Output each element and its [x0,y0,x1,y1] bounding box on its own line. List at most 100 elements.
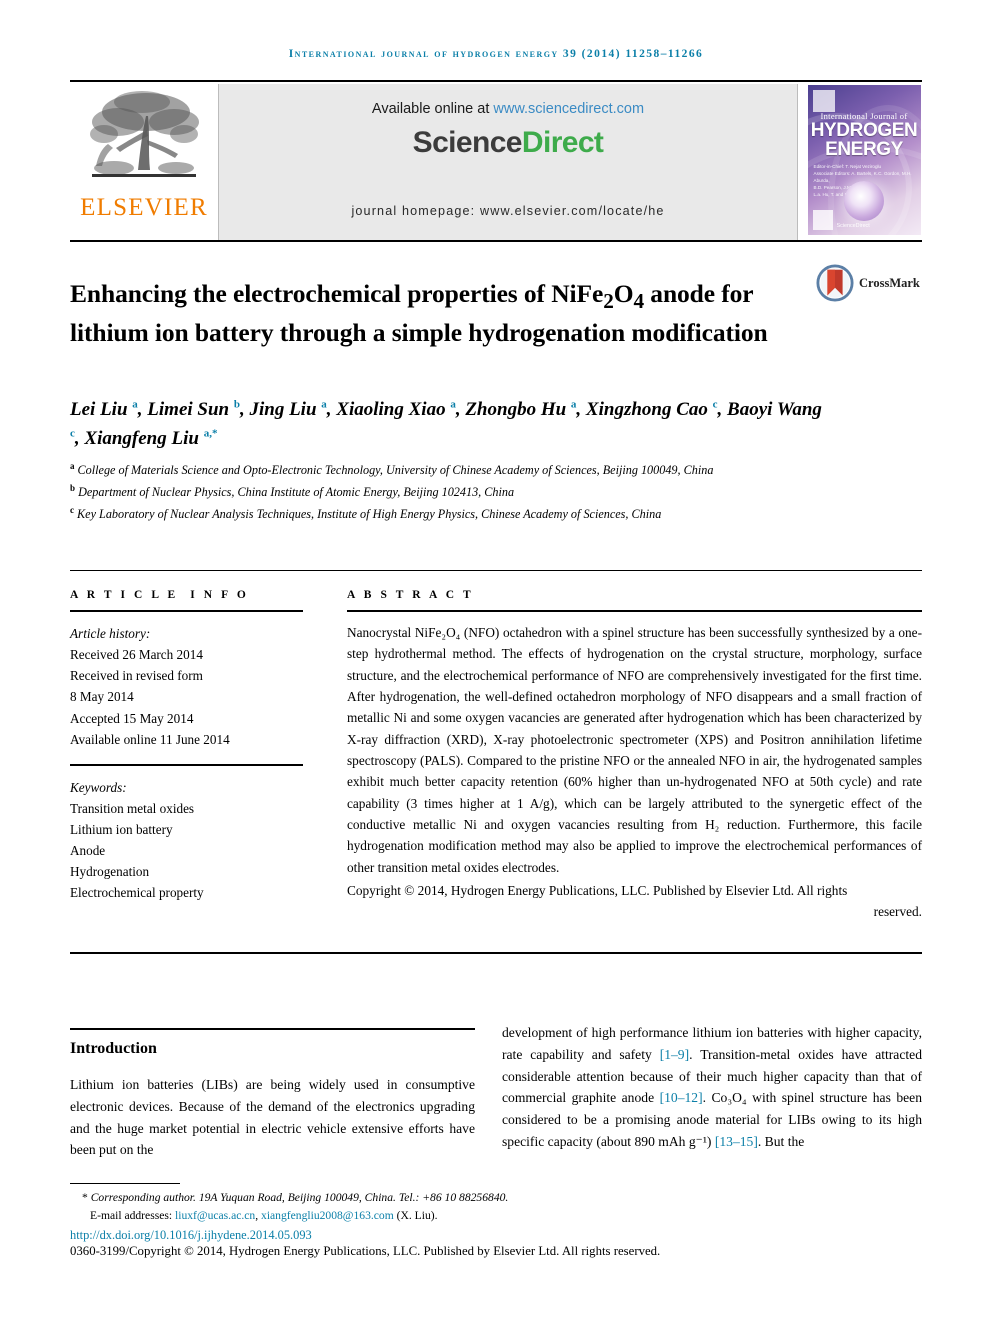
abstract-heading: A B S T R A C T [347,589,474,601]
sciencedirect-banner: Available online at www.sciencedirect.co… [218,84,798,240]
affiliation-marker: b [70,482,76,493]
issn-copyright-line: 0360-3199/Copyright © 2014, Hydrogen Ene… [70,1244,661,1258]
article-info-rule [70,610,303,612]
author-name: Xiangfeng Liu [84,428,204,450]
author-affiliation-marker: c [70,428,75,441]
journal-cover-image: International Journal of HYDROGEN ENERGY… [807,85,921,235]
affiliation-marker: c [70,504,74,515]
author-affiliation-marker: a [570,398,577,411]
running-head: International Journal of Hydrogen Energy… [288,48,704,60]
body-column-left: Introduction Lithium ion batteries (LIBs… [70,1028,475,1161]
rule-after-affiliations [70,570,922,571]
keyword-2: Anode [70,843,106,859]
author-affiliation-marker: c [712,398,718,411]
affiliation-list: a College of Materials Science and Opto-… [70,459,860,524]
cover-journal-title: HYDROGEN ENERGY [808,121,921,160]
author-name: Xingzhong Cao [585,399,713,420]
keyword-1: Lithium ion battery [70,822,173,837]
affiliation-item: b Department of Nuclear Physics, China I… [70,482,515,499]
affiliation-marker: a [70,461,75,471]
author-affiliation-marker: a [132,398,138,411]
affiliation-item: c Key Laboratory of Nuclear Analysis Tec… [70,504,662,521]
available-online-line: Available online at www.sciencedirect.co… [372,101,644,117]
author-affiliation-marker: a [450,398,456,411]
introduction-rule [70,1028,475,1030]
email-suffix: (X. Liu). [393,1208,438,1222]
citation-ref-2[interactable]: [10–12] [660,1090,703,1105]
abstract-copyright-main: Copyright © 2014, Hydrogen Energy Public… [347,882,848,898]
abstract-rule [347,610,922,612]
author-name: Lei Liu [70,399,133,420]
author-name: Zhongbo Hu [465,399,571,420]
crossmark-icon[interactable] [816,264,854,302]
cover-elsevier-icon [812,90,835,112]
keywords-block: Keywords: Transition metal oxides Lithiu… [70,777,303,904]
introduction-paragraph-right: development of high performance lithium … [502,1022,922,1153]
available-online-label: Available online at [371,101,494,117]
introduction-paragraph-left: Lithium ion batteries (LIBs) are being w… [70,1077,475,1158]
affiliation-item: a College of Materials Science and Opto-… [70,461,714,478]
corresponding-author-note: * Corresponding author. 19A Yuquan Road,… [70,1189,860,1207]
footnote-rule [70,1183,180,1184]
author-affiliation-marker: a,* [203,428,218,441]
rule-after-abstract [70,952,922,954]
masthead: ELSEVIER Available online at www.science… [70,84,922,240]
cover-sciencedirect-label: ScienceDirect [836,222,870,229]
elsevier-wordmark: ELSEVIER [80,194,208,221]
crossmark-badge[interactable]: CrossMark [816,264,920,302]
history-item-2: 8 May 2014 [70,689,134,705]
citation-ref-1[interactable]: [1–9] [660,1047,689,1062]
abstract-copyright-last: reserved. [873,904,922,920]
author-affiliation-marker: a [321,398,327,411]
keyword-3: Hydrogenation [70,864,150,880]
author-name: Baoyi Wang [727,399,822,420]
sciencedirect-logo: ScienceDirect [413,126,604,160]
history-item-3: Accepted 15 May 2014 [70,710,194,726]
sciencedirect-link[interactable]: www.sciencedirect.com [493,101,644,117]
history-item-0: Received 26 March 2014 [70,647,203,663]
footnote-block: * Corresponding author. 19A Yuquan Road,… [70,1189,860,1224]
sciencedirect-logo-direct: Direct [521,126,604,159]
page-title: Enhancing the electrochemical properties… [70,279,768,348]
article-page: International Journal of Hydrogen Energy… [0,0,992,1323]
author-name: Xiaoling Xiao [336,399,451,420]
abstract-column: A B S T R A C T Nanocrystal NiFe₂O₄ (NFO… [347,589,922,923]
article-history-block: Article history: Received 26 March 2014 … [70,623,303,750]
cover-barcode-icon [812,210,833,230]
keywords-label: Keywords: [70,779,127,795]
journal-cover-block: International Journal of HYDROGEN ENERGY… [798,84,922,240]
introduction-heading: Introduction [70,1040,157,1057]
rule-top [70,80,922,82]
history-item-1: Received in revised form [70,668,203,684]
journal-homepage-line[interactable]: journal homepage: www.elsevier.com/locat… [219,204,797,218]
keyword-0: Transition metal oxides [70,800,195,816]
cover-title-line1: HYDROGEN [810,120,918,141]
author-name: Limei Sun [147,399,234,420]
email-link-1[interactable]: liuxf@ucas.ac.cn [175,1209,255,1222]
email-label: E-mail addresses: [90,1208,175,1222]
crossmark-label: CrossMark [859,275,920,290]
article-info-heading: A R T I C L E I N F O [70,589,249,601]
author-affiliation-marker: b [233,398,240,411]
article-info-column: A R T I C L E I N F O Article history: R… [70,589,303,904]
keywords-rule [70,763,303,766]
history-item-4: Available online 11 June 2014 [70,731,230,747]
elsevier-logo-block: ELSEVIER [70,84,218,240]
email-link-2[interactable]: xiangfengliu2008@163.com [261,1209,394,1222]
abstract-copyright: Copyright © 2014, Hydrogen Energy Public… [347,880,922,923]
citation-ref-3[interactable]: [13–15] [715,1134,758,1149]
author-name: Jing Liu [249,399,322,420]
abstract-body: Nanocrystal NiFe₂O₄ (NFO) octahedron wit… [347,625,922,875]
body-column-right: development of high performance lithium … [502,1022,922,1153]
corresponding-author-text: Corresponding author. 19A Yuquan Road, B… [90,1191,509,1204]
sciencedirect-logo-science: Science [412,126,523,159]
rule-under-masthead [70,240,922,242]
author-list: Lei Liu a, Limei Sun b, Jing Liu a, Xiao… [70,398,822,450]
cover-footer: ScienceDirect [812,210,870,230]
asterisk-icon: * [82,1191,88,1204]
email-addresses-line: E-mail addresses: liuxf@ucas.ac.cn, xian… [70,1207,860,1225]
elsevier-tree-icon [90,91,199,177]
doi-link[interactable]: http://dx.doi.org/10.1016/j.ijhydene.201… [70,1228,312,1243]
keyword-4: Electrochemical property [70,885,204,901]
cover-title-line2: ENERGY [825,139,903,161]
